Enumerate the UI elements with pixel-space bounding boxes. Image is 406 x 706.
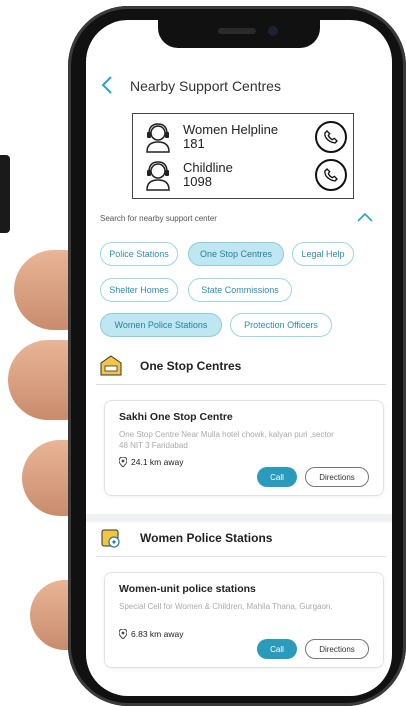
police-station-icon (101, 529, 120, 548)
location-pin-icon (119, 457, 127, 467)
centre-address: One Stop Centre Near Mulla hotel chowk, … (119, 430, 334, 450)
filter-chip-state-commissions[interactable]: State Commissions (188, 278, 292, 302)
app-header: Nearby Support Centres (100, 74, 380, 98)
call-button[interactable]: Call (257, 639, 297, 659)
divider (96, 384, 386, 385)
centre-card[interactable]: Sakhi One Stop Centre One Stop Centre Ne… (104, 400, 384, 496)
support-agent-icon (146, 161, 170, 191)
phone-icon[interactable] (315, 159, 347, 191)
helpline-name: Women Helpline (183, 122, 279, 137)
search-label: Search for nearby support center (100, 214, 217, 223)
section-header-women-police-stations: Women Police Stations (100, 524, 380, 552)
chevron-up-icon[interactable] (356, 210, 374, 224)
phone-icon[interactable] (315, 121, 347, 153)
helpline-row-childline[interactable]: Childline 1098 (141, 156, 347, 194)
divider (96, 556, 386, 557)
filter-chip-shelter-homes[interactable]: Shelter Homes (100, 278, 178, 302)
centre-card[interactable]: Women-unit police stations Special Cell … (104, 572, 384, 668)
distance-text: 24.1 km away (131, 457, 184, 467)
call-button[interactable]: Call (257, 467, 297, 487)
phone-screen: Nearby Support Centres Women Helpline 18… (86, 20, 392, 696)
page-title: Nearby Support Centres (130, 78, 281, 94)
location-pin-icon (119, 629, 127, 639)
centre-name: Sakhi One Stop Centre (119, 411, 233, 423)
directions-button[interactable]: Directions (305, 639, 369, 659)
centre-distance: 24.1 km away (119, 457, 183, 467)
filter-chip-legal-help[interactable]: Legal Help (292, 242, 354, 266)
filter-chip-police-stations[interactable]: Police Stations (100, 242, 178, 266)
distance-text: 6.83 km away (131, 629, 184, 639)
section-title: One Stop Centres (140, 359, 242, 373)
section-header-one-stop-centres: One Stop Centres (100, 352, 380, 380)
one-stop-centre-icon (100, 355, 122, 376)
helpline-name: Childline (183, 160, 233, 175)
filter-chip-one-stop-centres[interactable]: One Stop Centres (188, 242, 284, 266)
front-camera (268, 26, 278, 36)
phone-side-button (0, 155, 10, 233)
helpline-number: 1098 (183, 174, 212, 189)
directions-button[interactable]: Directions (305, 467, 369, 487)
helpline-row-women[interactable]: Women Helpline 181 (141, 118, 347, 156)
notch (158, 20, 320, 48)
section-title: Women Police Stations (140, 531, 273, 545)
support-agent-icon (146, 123, 170, 153)
centre-name: Women-unit police stations (119, 583, 256, 595)
helpline-number: 181 (183, 136, 205, 151)
helpline-box: Women Helpline 181 Childline 1098 (132, 113, 354, 199)
speaker (218, 28, 256, 34)
back-arrow-icon[interactable] (100, 75, 124, 98)
section-separator (86, 514, 392, 522)
centre-address: Special Cell for Women & Children, Mahil… (119, 602, 333, 611)
filter-chip-protection-officers[interactable]: Protection Officers (230, 313, 332, 337)
centre-distance: 6.83 km away (119, 629, 183, 639)
filter-chip-women-police-stations[interactable]: Women Police Stations (100, 313, 222, 337)
